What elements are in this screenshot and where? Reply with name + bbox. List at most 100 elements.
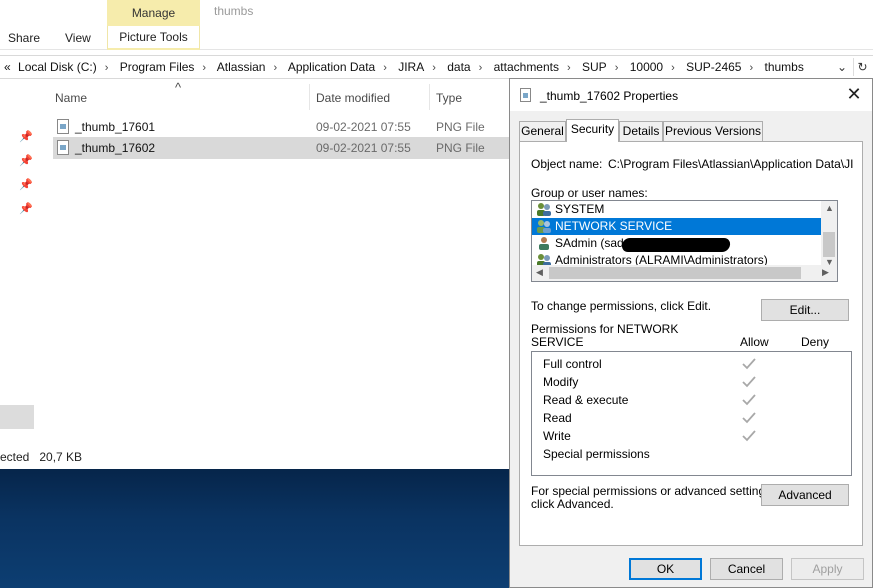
redaction-mark: [621, 238, 731, 252]
breadcrumb-jira[interactable]: JIRA: [398, 60, 424, 74]
scroll-left-icon[interactable]: ◀: [536, 267, 543, 278]
permissions-for-label-line2: SERVICE: [531, 335, 584, 349]
properties-dialog: _thumb_17602 Properties ✕ General Securi…: [509, 78, 873, 588]
breadcrumb-overflow-icon[interactable]: «: [4, 60, 11, 74]
breadcrumb-program-files[interactable]: Program Files: [120, 60, 195, 74]
chevron-right-icon: ›: [567, 62, 571, 74]
breadcrumb-attachments[interactable]: attachments: [494, 60, 559, 74]
pin-icon[interactable]: 📌: [19, 178, 33, 191]
tab-previous-versions[interactable]: Previous Versions: [663, 121, 763, 141]
permissions-for-label: Permissions for NETWORK: [531, 322, 679, 336]
permission-name: Full control: [543, 357, 602, 371]
checkmark-icon: [742, 358, 756, 370]
group-icon: [537, 203, 551, 216]
sort-ascending-icon: ^: [175, 80, 182, 95]
file-type: PNG File: [436, 120, 485, 134]
permission-row: Modify: [532, 373, 851, 391]
checkmark-icon: [742, 376, 756, 388]
column-divider[interactable]: [309, 84, 310, 110]
file-name: _thumb_17601: [75, 120, 156, 134]
column-header-date-modified[interactable]: Date modified: [316, 91, 390, 105]
ok-button[interactable]: OK: [629, 558, 702, 580]
pin-icon[interactable]: 📌: [19, 154, 33, 167]
special-permissions-text: For special permissions or advanced sett…: [531, 484, 775, 498]
chevron-right-icon: ›: [478, 62, 483, 74]
apply-button[interactable]: Apply: [791, 558, 864, 580]
window-title: thumbs: [214, 4, 254, 18]
status-bar: ected 20,7 KB: [0, 450, 83, 464]
file-row-selected[interactable]: _thumb_17602 09-02-2021 07:55 PNG File: [53, 137, 513, 159]
list-item-system[interactable]: SYSTEM: [532, 201, 825, 218]
edit-button[interactable]: Edit...: [761, 299, 849, 321]
breadcrumb-thumbs[interactable]: thumbs: [765, 60, 804, 74]
object-name-value: C:\Program Files\Atlassian\Application D…: [608, 157, 853, 171]
tab-picture-tools[interactable]: Picture Tools: [107, 26, 200, 50]
tab-details[interactable]: Details: [619, 121, 663, 141]
checkmark-icon: [742, 430, 756, 442]
permission-row: Full control: [532, 355, 851, 373]
deny-column-label: Deny: [801, 335, 830, 349]
horizontal-scrollbar[interactable]: ◀ ▶: [532, 265, 837, 281]
checkmark-icon: [742, 412, 756, 424]
chevron-right-icon: ›: [273, 62, 278, 74]
permission-name: Write: [543, 429, 571, 443]
scrollbar-thumb[interactable]: [549, 267, 801, 279]
png-file-icon: [57, 119, 69, 134]
permissions-list: Full control Modify Read & execute Read …: [531, 351, 852, 476]
chevron-right-icon: ›: [749, 62, 754, 74]
scroll-up-icon[interactable]: ▲: [825, 203, 834, 213]
ribbon: Manage thumbs Share View Picture Tools: [0, 0, 873, 50]
address-bar[interactable]: « Local Disk (C:) › Program Files › Atlass…: [0, 55, 873, 79]
permission-name: Read & execute: [543, 393, 629, 407]
group-user-list[interactable]: SYSTEM NETWORK SERVICE SAdmin (sadmin Ad…: [531, 200, 838, 282]
file-row[interactable]: _thumb_17601 09-02-2021 07:55 PNG File: [53, 116, 513, 138]
advanced-button[interactable]: Advanced: [761, 484, 849, 506]
security-panel: Object name: C:\Program Files\Atlassian\…: [519, 141, 863, 546]
permission-row: Read & execute: [532, 391, 851, 409]
tab-general[interactable]: General: [519, 121, 566, 141]
vertical-scrollbar[interactable]: ▲ ▼: [821, 201, 837, 269]
address-dropdown-icon[interactable]: ⌄: [833, 58, 851, 76]
special-permissions-text-line2: click Advanced.: [531, 497, 614, 511]
dialog-title-bar[interactable]: _thumb_17602 Properties ✕: [510, 79, 872, 111]
permission-name: Read: [543, 411, 572, 425]
column-divider[interactable]: [429, 84, 430, 110]
pin-icon[interactable]: 📌: [19, 130, 33, 143]
column-header-type[interactable]: Type: [436, 91, 462, 105]
permission-name: Modify: [543, 375, 579, 389]
tab-security[interactable]: Security: [566, 119, 619, 142]
checkmark-icon: [742, 394, 756, 406]
tab-share[interactable]: Share: [8, 31, 40, 45]
chevron-right-icon: ›: [432, 62, 436, 74]
chevron-right-icon: ›: [614, 62, 619, 74]
file-name: _thumb_17602: [75, 141, 156, 155]
chevron-right-icon: ›: [104, 62, 109, 74]
navigation-pane: 📌 📌 📌 📌: [0, 80, 40, 470]
object-name-label: Object name:: [531, 157, 603, 171]
scrollbar-thumb[interactable]: [823, 232, 835, 257]
breadcrumb-sup[interactable]: SUP: [582, 60, 607, 74]
refresh-icon[interactable]: ↻: [853, 58, 871, 76]
tab-view[interactable]: View: [65, 31, 91, 45]
breadcrumb-application-data[interactable]: Application Data: [288, 60, 375, 74]
permission-row: Special permissions: [532, 445, 851, 463]
close-icon[interactable]: ✕: [844, 84, 864, 104]
breadcrumb-data[interactable]: data: [447, 60, 470, 74]
column-header-name[interactable]: Name: [55, 91, 87, 105]
breadcrumb-local-disk[interactable]: Local Disk (C:): [18, 60, 97, 74]
chevron-right-icon: ›: [671, 62, 675, 74]
cancel-button[interactable]: Cancel: [710, 558, 783, 580]
chevron-right-icon: ›: [202, 62, 207, 74]
manage-context-header[interactable]: Manage: [107, 0, 200, 26]
scroll-right-icon[interactable]: ▶: [822, 267, 829, 278]
breadcrumb-10000[interactable]: 10000: [630, 60, 663, 74]
list-item-network-service[interactable]: NETWORK SERVICE: [532, 218, 825, 235]
group-name: NETWORK SERVICE: [555, 219, 673, 233]
nav-selected-item[interactable]: [0, 405, 34, 429]
file-icon: [520, 88, 531, 102]
list-item-sadmin[interactable]: SAdmin (sadmin: [532, 235, 825, 252]
pin-icon[interactable]: 📌: [19, 202, 33, 215]
breadcrumb-sup-2465[interactable]: SUP-2465: [686, 60, 741, 74]
breadcrumb-atlassian[interactable]: Atlassian: [217, 60, 266, 74]
chevron-right-icon: ›: [383, 62, 387, 74]
